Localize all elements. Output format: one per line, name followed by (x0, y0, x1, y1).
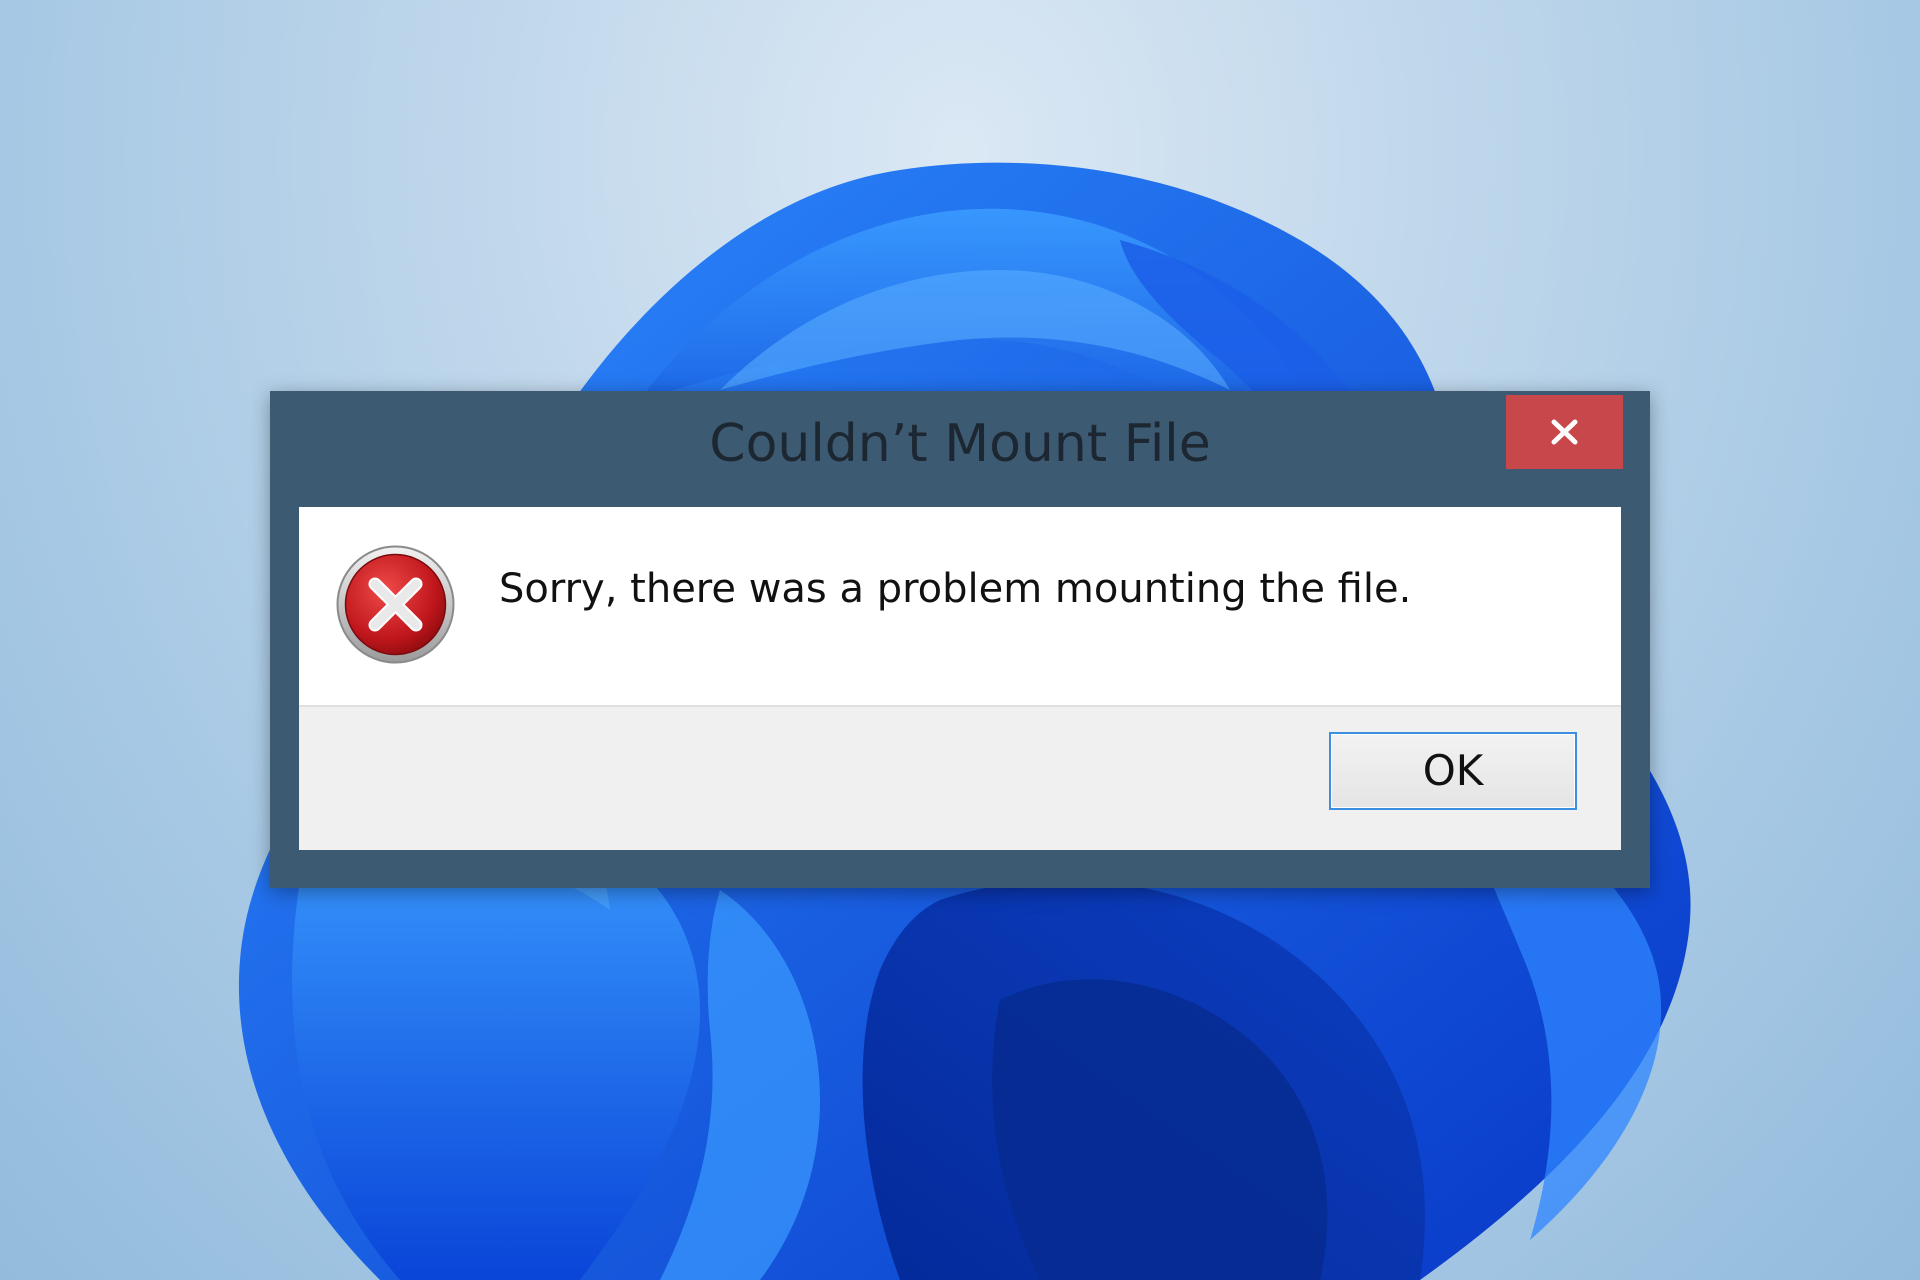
dialog-titlebar[interactable]: Couldn’t Mount File (270, 391, 1650, 507)
error-dialog: Couldn’t Mount File Sorry, there was a p… (270, 391, 1650, 888)
close-icon (1551, 419, 1578, 445)
ok-button[interactable]: OK (1329, 732, 1577, 810)
dialog-title: Couldn’t Mount File (709, 414, 1211, 474)
error-message: Sorry, there was a problem mounting the … (499, 566, 1412, 612)
dialog-message-area: Sorry, there was a problem mounting the … (299, 507, 1621, 707)
close-button[interactable] (1506, 395, 1623, 469)
dialog-body: Sorry, there was a problem mounting the … (299, 507, 1621, 850)
error-icon (336, 545, 455, 664)
